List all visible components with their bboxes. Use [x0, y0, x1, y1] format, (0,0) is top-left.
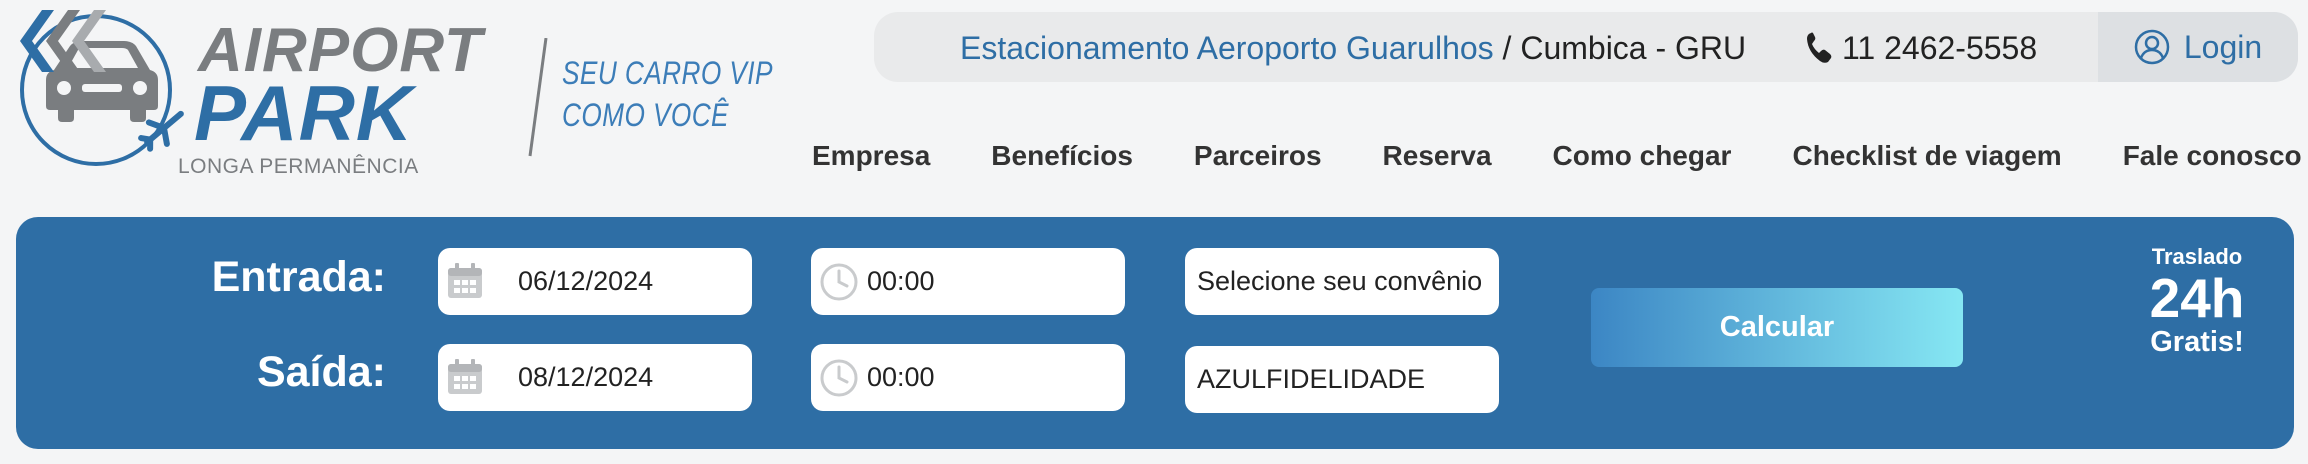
- main-nav: Empresa Benefícios Parceiros Reserva Com…: [812, 140, 2302, 172]
- entrada-convenio-select[interactable]: Selecione seu convênio: [1185, 248, 1499, 315]
- nav-item-como-chegar[interactable]: Como chegar: [1553, 140, 1732, 172]
- login-button[interactable]: Login: [2098, 12, 2298, 82]
- nav-item-reserva[interactable]: Reserva: [1383, 140, 1492, 172]
- site-header: AIRPORT PARK LONGA PERMANÊNCIA SEU CARRO…: [0, 0, 2308, 206]
- clock-icon: [820, 359, 858, 397]
- nav-item-beneficios[interactable]: Benefícios: [991, 140, 1133, 172]
- clock-icon: [820, 263, 858, 301]
- top-info-bar: Estacionamento Aeroporto Guarulhos / Cum…: [874, 12, 2298, 82]
- saida-date-field[interactable]: 08/12/2024: [438, 344, 752, 411]
- logo-subtitle: LONGA PERMANÊNCIA: [178, 155, 419, 178]
- saida-time-value: 00:00: [867, 362, 935, 392]
- location-text: Estacionamento Aeroporto Guarulhos / Cum…: [960, 30, 1746, 66]
- nav-item-empresa[interactable]: Empresa: [812, 140, 930, 172]
- slogan-line-2: COMO VOCÊ: [562, 97, 729, 133]
- airport-park-logo[interactable]: AIRPORT PARK LONGA PERMANÊNCIA: [14, 8, 534, 180]
- saida-convenio-select[interactable]: AZULFIDELIDADE: [1185, 346, 1499, 413]
- phone-contact[interactable]: 11 2462-5558: [1806, 30, 2037, 66]
- calendar-icon: [448, 263, 482, 298]
- saida-date-value: 08/12/2024: [518, 362, 654, 392]
- entrada-date-value: 06/12/2024: [518, 266, 654, 296]
- slogan-line-1: SEU CARRO VIP: [562, 55, 773, 91]
- saida-label: Saída:: [256, 348, 386, 396]
- promo-title: Traslado: [2151, 244, 2243, 269]
- shuttle-promo: Traslado 24h Gratis!: [2122, 244, 2272, 358]
- saida-time-field[interactable]: 00:00: [811, 344, 1125, 411]
- nav-item-parceiros[interactable]: Parceiros: [1194, 140, 1322, 172]
- entrada-convenio-value: Selecione seu convênio: [1197, 266, 1483, 296]
- location-airport-code: / Cumbica - GRU: [1493, 30, 1747, 66]
- location-link[interactable]: Estacionamento Aeroporto Guarulhos: [960, 30, 1494, 66]
- user-icon: [2134, 29, 2170, 65]
- entrada-time-value: 00:00: [867, 266, 935, 296]
- slogan: SEU CARRO VIP COMO VOCÊ: [562, 52, 773, 136]
- logo-text-park: PARK: [194, 69, 414, 157]
- entrada-time-field[interactable]: 00:00: [811, 248, 1125, 315]
- logo-divider: [528, 38, 548, 157]
- login-label: Login: [2183, 28, 2263, 65]
- chevrons-icon: [20, 10, 106, 72]
- phone-number: 11 2462-5558: [1842, 30, 2038, 66]
- promo-hours: 24h: [2149, 267, 2245, 329]
- calculate-button[interactable]: Calcular: [1591, 288, 1963, 367]
- nav-item-checklist[interactable]: Checklist de viagem: [1792, 140, 2061, 172]
- phone-icon: [1807, 32, 1832, 63]
- saida-convenio-value: AZULFIDELIDADE: [1197, 364, 1426, 394]
- entrada-label: Entrada:: [211, 253, 386, 301]
- calendar-icon: [448, 359, 482, 394]
- entrada-date-field[interactable]: 06/12/2024: [438, 248, 752, 315]
- promo-free: Gratis!: [2150, 326, 2244, 358]
- booking-panel: Entrada: 06/12/2024 00:00 Selecione seu …: [16, 217, 2294, 449]
- nav-item-fale-conosco[interactable]: Fale conosco: [2123, 140, 2302, 172]
